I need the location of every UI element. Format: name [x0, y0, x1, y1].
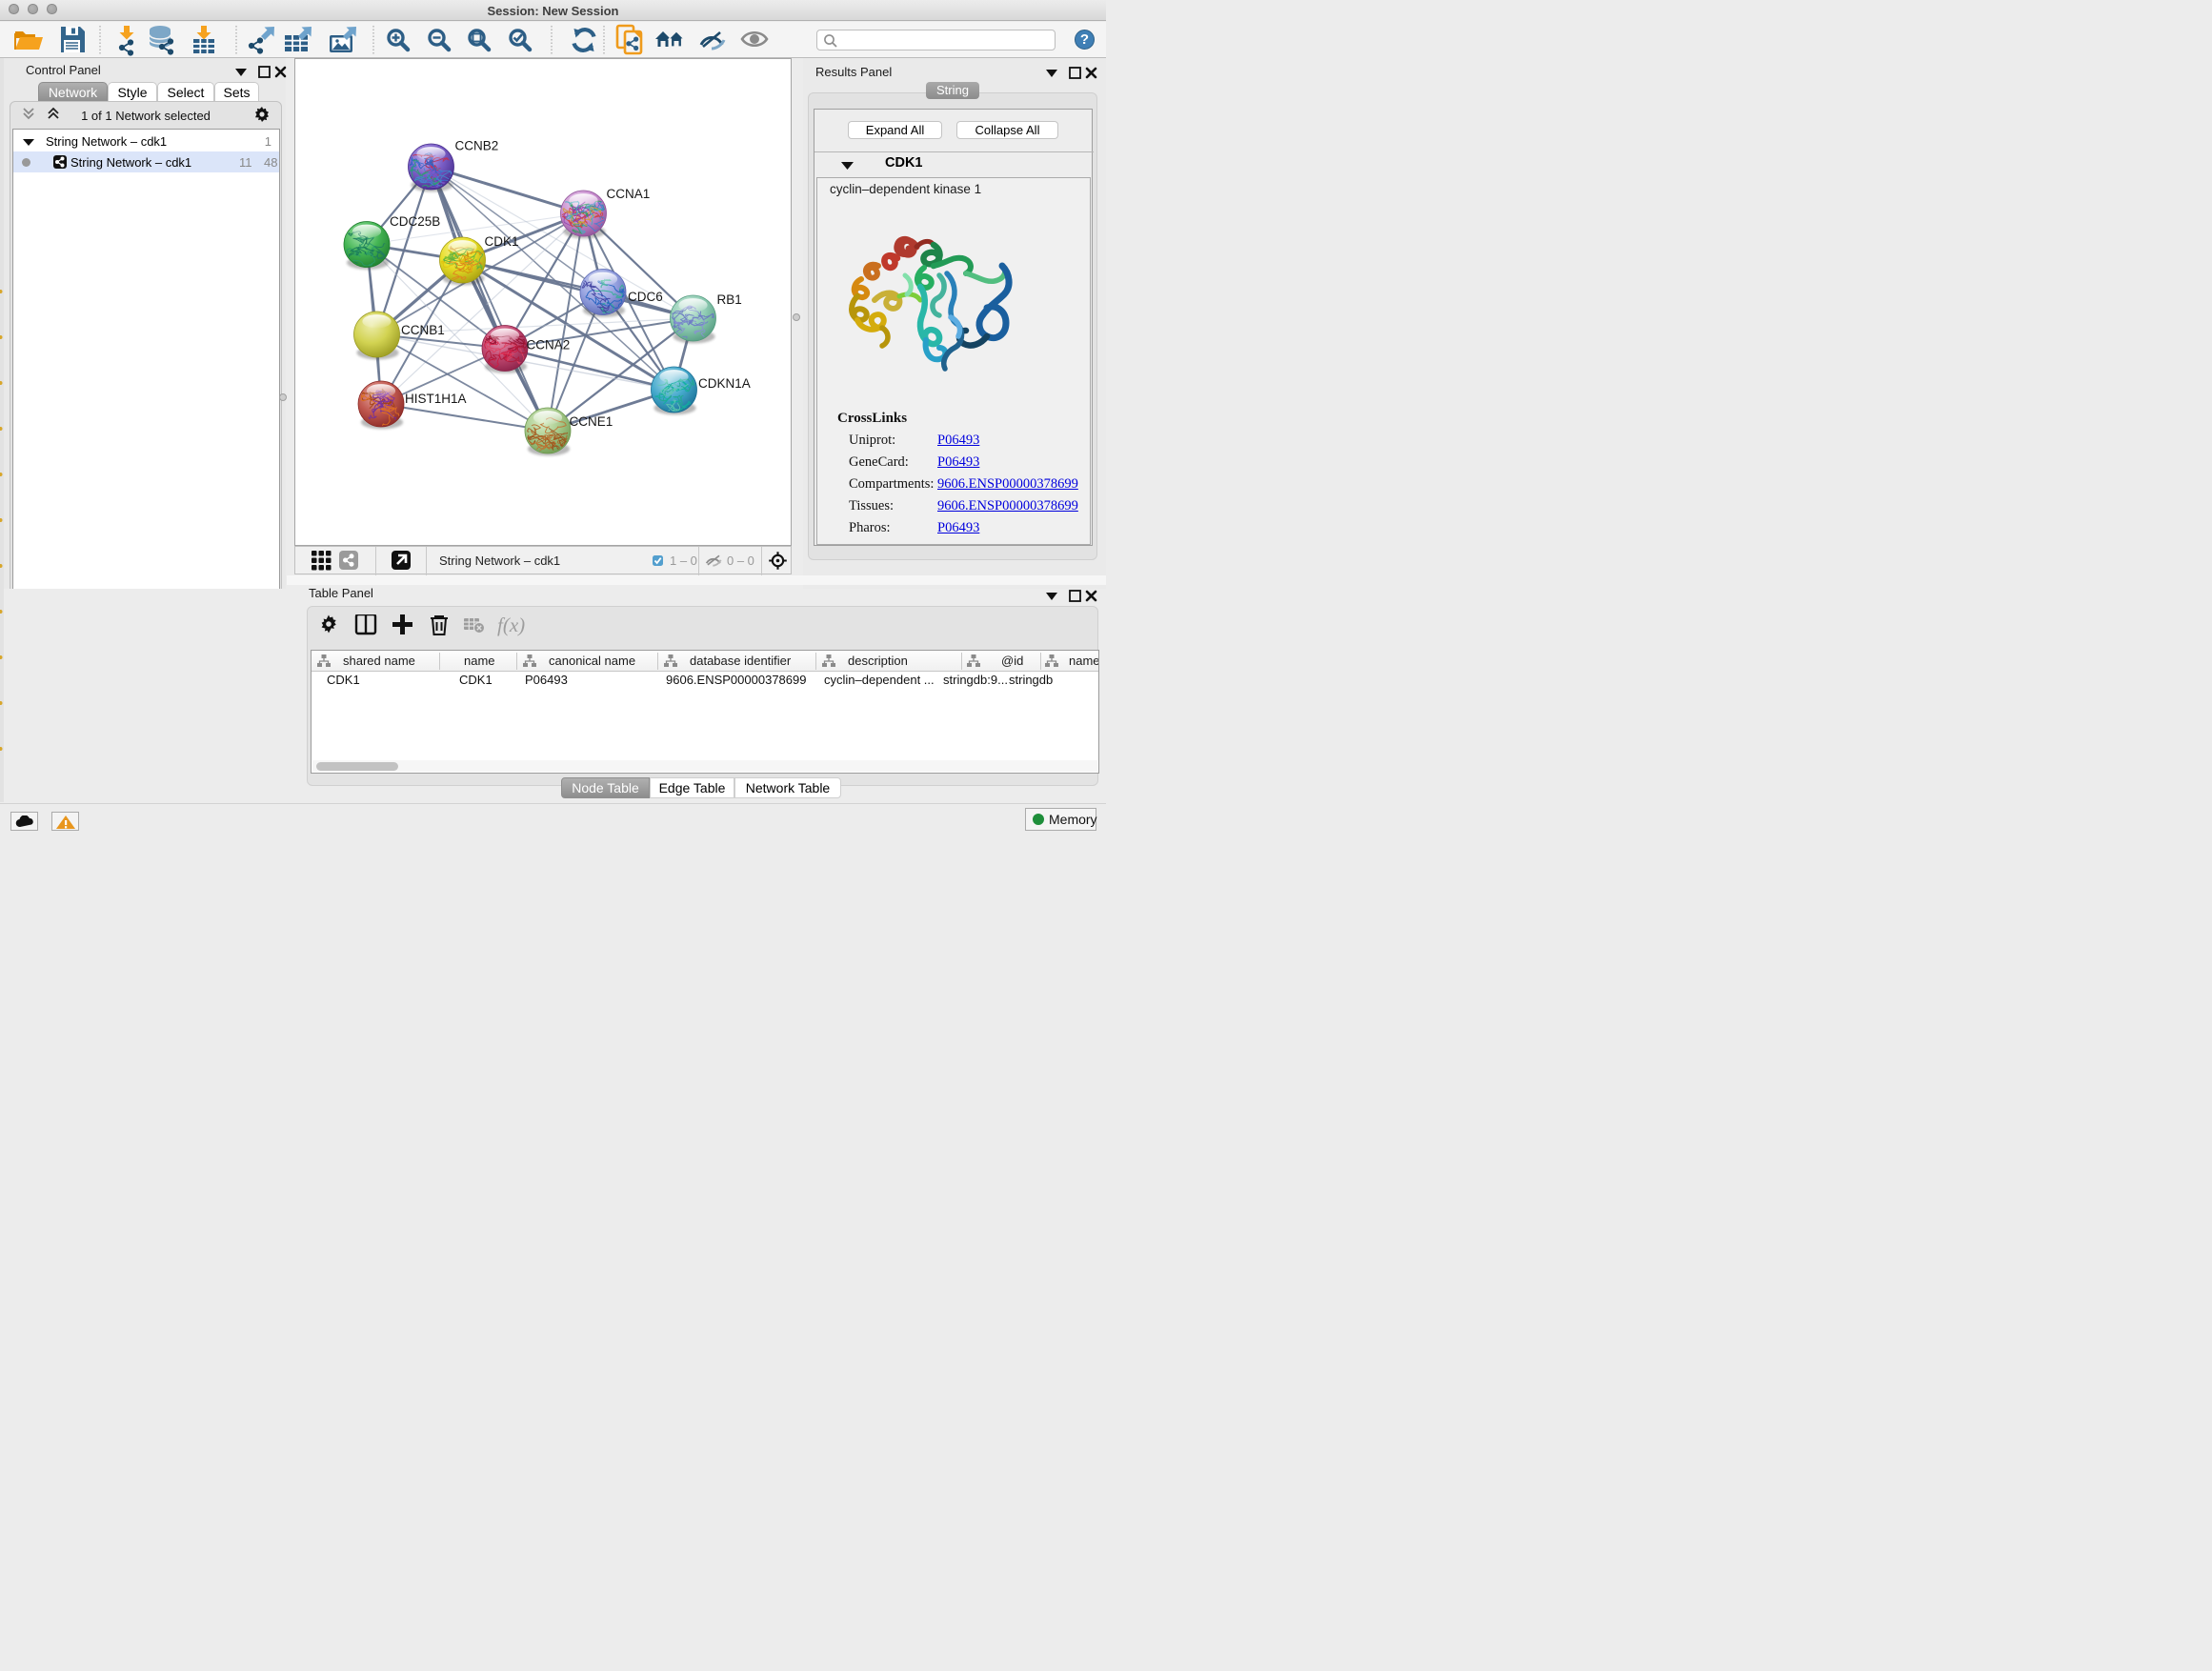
- svg-text:shared name: shared name: [343, 654, 415, 668]
- svg-text:@id: @id: [1001, 654, 1023, 668]
- svg-text:CCNE1: CCNE1: [570, 414, 613, 429]
- svg-text:CCNA2: CCNA2: [527, 338, 571, 352]
- svg-text:database identifier: database identifier: [690, 654, 792, 668]
- svg-text:CDC6: CDC6: [628, 290, 663, 304]
- svg-text:CDK1: CDK1: [485, 234, 519, 249]
- svg-text:f(x): f(x): [497, 614, 525, 636]
- svg-text:CCNA1: CCNA1: [607, 187, 651, 201]
- svg-text:RB1: RB1: [717, 292, 742, 307]
- svg-text:CCNB2: CCNB2: [455, 139, 499, 153]
- svg-text:HIST1H1A: HIST1H1A: [405, 392, 467, 406]
- svg-text:CDKN1A: CDKN1A: [698, 376, 751, 391]
- svg-text:namespac: namespac: [1069, 654, 1098, 668]
- svg-text:canonical name: canonical name: [549, 654, 635, 668]
- svg-text:CDC25B: CDC25B: [390, 214, 440, 229]
- svg-text:description: description: [848, 654, 908, 668]
- svg-text:CCNB1: CCNB1: [401, 323, 445, 337]
- svg-text:name: name: [464, 654, 495, 668]
